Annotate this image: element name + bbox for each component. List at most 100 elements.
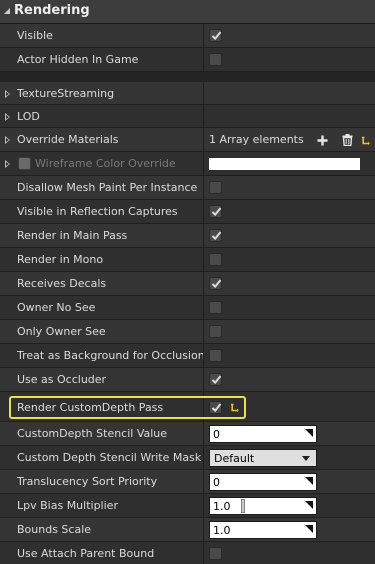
- reset-to-default-icon[interactable]: [361, 136, 370, 145]
- color-swatch[interactable]: [209, 158, 360, 170]
- disallow-mesh-paint-checkbox[interactable]: [209, 181, 222, 194]
- column-splitter[interactable]: [203, 494, 204, 518]
- only-owner-see-checkbox[interactable]: [209, 325, 222, 338]
- column-splitter[interactable]: [203, 422, 204, 446]
- drag-handle-icon[interactable]: [304, 429, 313, 438]
- property-row-translucency-priority: Translucency Sort Priority 0: [0, 470, 375, 494]
- column-splitter[interactable]: [203, 224, 204, 248]
- property-label: Override Materials: [17, 133, 119, 146]
- stencil-write-mask-dropdown[interactable]: Default: [209, 449, 317, 467]
- category-title: Rendering: [14, 3, 90, 18]
- column-splitter[interactable]: [203, 248, 204, 272]
- property-row-background-occlusion: Treat as Background for Occlusion: [0, 344, 375, 368]
- property-row-only-owner-see: Only Owner See: [0, 320, 375, 344]
- background-occlusion-checkbox[interactable]: [209, 349, 222, 362]
- property-label: Visible: [17, 29, 53, 42]
- render-mono-checkbox[interactable]: [209, 253, 222, 266]
- section-gap: [0, 72, 375, 82]
- lpv-bias-slider[interactable]: 1.0: [209, 497, 317, 515]
- property-label: Translucency Sort Priority: [17, 475, 158, 488]
- use-as-occluder-checkbox[interactable]: [209, 373, 222, 386]
- property-label: Render CustomDepth Pass: [17, 401, 164, 414]
- bounds-scale-input[interactable]: 1.0: [209, 521, 317, 539]
- column-splitter[interactable]: [203, 518, 204, 542]
- checkmark-icon: [211, 231, 222, 241]
- column-splitter[interactable]: [203, 200, 204, 224]
- expand-arrow-icon[interactable]: [5, 160, 10, 168]
- rendering-category-header[interactable]: Rendering: [0, 0, 375, 24]
- property-row-actor-hidden: Actor Hidden In Game: [0, 48, 375, 72]
- array-count-text: 1 Array elements: [209, 133, 304, 146]
- property-label: LOD: [17, 110, 40, 123]
- property-label: Wireframe Color Override: [35, 157, 176, 170]
- wireframe-enable-checkbox[interactable]: [18, 157, 31, 170]
- stencil-value-input[interactable]: 0: [209, 425, 317, 443]
- actor-hidden-checkbox[interactable]: [209, 53, 222, 66]
- column-splitter[interactable]: [203, 320, 204, 344]
- visible-reflection-checkbox[interactable]: [209, 205, 222, 218]
- property-row-use-as-occluder: Use as Occluder: [0, 368, 375, 392]
- column-splitter[interactable]: [203, 368, 204, 392]
- reset-to-default-icon[interactable]: [230, 403, 239, 412]
- receives-decals-checkbox[interactable]: [209, 277, 222, 290]
- expand-arrow-icon[interactable]: [5, 113, 10, 121]
- add-element-icon[interactable]: [317, 135, 328, 146]
- checkmark-icon: [211, 207, 222, 217]
- property-label: Render in Mono: [17, 253, 104, 266]
- property-row-render-mono: Render in Mono: [0, 248, 375, 272]
- column-splitter[interactable]: [203, 128, 204, 152]
- property-row-texture-streaming[interactable]: TextureStreaming: [0, 82, 375, 105]
- property-row-receives-decals: Receives Decals: [0, 272, 375, 296]
- property-label: Actor Hidden In Game: [17, 53, 139, 66]
- property-row-bounds-scale: Bounds Scale 1.0: [0, 518, 375, 542]
- property-label: Treat as Background for Occlusion: [17, 349, 205, 362]
- property-row-disallow-mesh-paint: Disallow Mesh Paint Per Instance: [0, 176, 375, 200]
- property-row-lod[interactable]: LOD: [0, 105, 375, 128]
- input-value: 1.0: [213, 524, 231, 537]
- property-row-visible: Visible: [0, 24, 375, 48]
- checkmark-icon: [211, 279, 222, 289]
- checkmark-icon: [211, 403, 222, 413]
- render-main-pass-checkbox[interactable]: [209, 229, 222, 242]
- column-splitter[interactable]: [203, 542, 204, 564]
- chevron-down-icon: [302, 456, 310, 461]
- checkmark-icon: [211, 375, 222, 385]
- column-splitter[interactable]: [203, 48, 204, 72]
- property-row-override-materials: Override Materials 1 Array elements: [0, 128, 375, 152]
- input-value: 0: [213, 428, 220, 441]
- column-splitter[interactable]: [203, 470, 204, 494]
- property-label: CustomDepth Stencil Value: [17, 427, 168, 440]
- render-custom-depth-checkbox[interactable]: [209, 401, 222, 414]
- column-splitter[interactable]: [203, 446, 204, 470]
- drag-handle-icon[interactable]: [304, 477, 313, 486]
- property-label: Visible in Reflection Captures: [17, 205, 178, 218]
- property-row-lpv-bias: Lpv Bias Multiplier 1.0: [0, 494, 375, 518]
- translucency-priority-input[interactable]: 0: [209, 473, 317, 491]
- owner-no-see-checkbox[interactable]: [209, 301, 222, 314]
- column-splitter[interactable]: [203, 176, 204, 200]
- attach-parent-bound-checkbox[interactable]: [209, 547, 222, 560]
- column-splitter[interactable]: [203, 82, 204, 105]
- drag-handle-icon[interactable]: [304, 525, 313, 534]
- column-splitter[interactable]: [203, 272, 204, 296]
- collapse-arrow-icon[interactable]: [3, 7, 11, 15]
- column-splitter[interactable]: [203, 392, 204, 422]
- column-splitter[interactable]: [203, 296, 204, 320]
- column-splitter[interactable]: [203, 24, 204, 48]
- property-label: Render in Main Pass: [17, 229, 128, 242]
- property-row-wireframe-color: Wireframe Color Override: [0, 152, 375, 176]
- column-splitter[interactable]: [203, 152, 204, 176]
- property-row-attach-parent-bound: Use Attach Parent Bound: [0, 542, 375, 564]
- column-splitter[interactable]: [203, 344, 204, 368]
- visible-checkbox[interactable]: [209, 29, 222, 42]
- slider-thumb[interactable]: [241, 499, 245, 513]
- column-splitter[interactable]: [203, 105, 204, 128]
- expand-arrow-icon[interactable]: [5, 90, 10, 98]
- property-row-render-main-pass: Render in Main Pass: [0, 224, 375, 248]
- drag-handle-icon[interactable]: [304, 501, 313, 510]
- property-row-visible-reflection: Visible in Reflection Captures: [0, 200, 375, 224]
- trash-icon[interactable]: [342, 134, 353, 146]
- property-label: Lpv Bias Multiplier: [17, 499, 118, 512]
- checkmark-icon: [211, 31, 222, 41]
- expand-arrow-icon[interactable]: [5, 136, 10, 144]
